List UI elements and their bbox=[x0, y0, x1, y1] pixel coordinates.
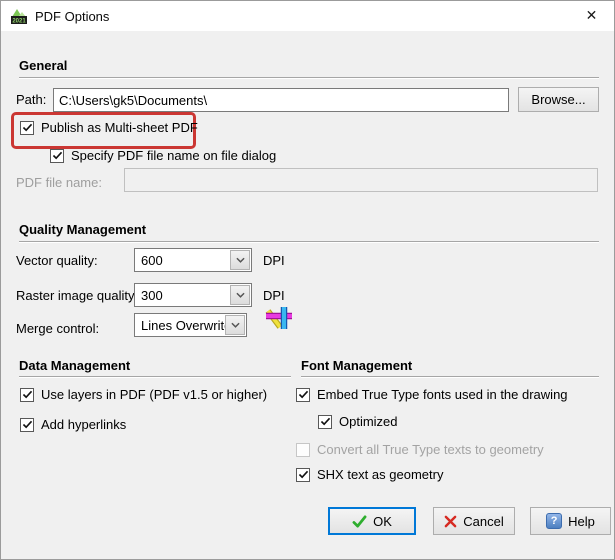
check-icon bbox=[298, 390, 308, 399]
app-2021-icon: 2021 bbox=[11, 9, 27, 25]
dropdown-button[interactable] bbox=[225, 315, 245, 335]
quality-heading: Quality Management bbox=[19, 222, 147, 237]
question-mark-icon: ? bbox=[546, 513, 563, 529]
checkbox-optimized[interactable]: Optimized bbox=[318, 414, 398, 429]
checkbox-publish-multisheet[interactable]: Publish as Multi-sheet PDF bbox=[20, 120, 198, 135]
ok-button[interactable]: OK bbox=[328, 507, 416, 535]
chevron-down-icon bbox=[230, 322, 240, 328]
checkbox-label: SHX text as geometry bbox=[317, 467, 444, 482]
vector-quality-select[interactable]: 600 bbox=[134, 248, 252, 272]
check-icon bbox=[52, 151, 62, 160]
raster-quality-value: 300 bbox=[141, 287, 163, 303]
checkbox-box bbox=[296, 467, 310, 482]
general-divider bbox=[19, 77, 599, 78]
checkbox-label: Convert all True Type texts to geometry bbox=[317, 442, 544, 457]
svg-text:2021: 2021 bbox=[12, 19, 26, 25]
check-icon bbox=[22, 390, 32, 399]
merge-control-value: Lines Overwrite bbox=[141, 317, 232, 333]
checkbox-label: Use layers in PDF (PDF v1.5 or higher) bbox=[41, 387, 268, 402]
dropdown-button[interactable] bbox=[230, 250, 250, 270]
cancel-x-icon bbox=[444, 515, 457, 527]
vector-quality-label: Vector quality: bbox=[16, 253, 98, 268]
checkbox-box bbox=[318, 414, 332, 429]
path-label: Path: bbox=[16, 92, 47, 107]
pdf-filename-input[interactable] bbox=[124, 168, 598, 192]
merge-lines-icon bbox=[265, 307, 292, 329]
dropdown-button[interactable] bbox=[230, 285, 250, 305]
quality-divider bbox=[19, 241, 599, 242]
close-button[interactable]: ✕ bbox=[569, 1, 614, 30]
titlebar: 2021 PDF Options ✕ bbox=[1, 1, 614, 31]
check-icon bbox=[22, 420, 32, 429]
vector-quality-value: 600 bbox=[141, 252, 163, 268]
checkbox-label: Publish as Multi-sheet PDF bbox=[41, 120, 198, 135]
chevron-down-icon bbox=[235, 292, 245, 298]
checkbox-box bbox=[20, 120, 34, 135]
browse-button[interactable]: Browse... bbox=[518, 87, 599, 112]
checkbox-box bbox=[296, 442, 310, 457]
checkbox-embed-truetype[interactable]: Embed True Type fonts used in the drawin… bbox=[296, 387, 568, 402]
checkbox-label: Add hyperlinks bbox=[41, 417, 127, 432]
browse-button-label: Browse... bbox=[531, 92, 586, 107]
help-button[interactable]: ? Help bbox=[530, 507, 611, 535]
general-heading: General bbox=[19, 58, 68, 73]
checkbox-specify-filename[interactable]: Specify PDF file name on file dialog bbox=[50, 148, 276, 163]
check-icon bbox=[320, 417, 330, 426]
raster-quality-select[interactable]: 300 bbox=[134, 283, 252, 307]
checkbox-label: Embed True Type fonts used in the drawin… bbox=[317, 387, 568, 402]
help-button-label: Help bbox=[568, 513, 595, 529]
cancel-button[interactable]: Cancel bbox=[433, 507, 515, 535]
checkbox-box bbox=[50, 148, 64, 163]
checkbox-add-hyperlinks[interactable]: Add hyperlinks bbox=[20, 417, 126, 432]
data-management-heading: Data Management bbox=[19, 358, 131, 373]
close-icon: ✕ bbox=[585, 7, 598, 23]
merge-control-label: Merge control: bbox=[16, 321, 100, 336]
path-input[interactable] bbox=[53, 88, 509, 112]
font-management-divider bbox=[301, 376, 599, 377]
vector-quality-unit: DPI bbox=[263, 253, 285, 268]
chevron-down-icon bbox=[235, 257, 245, 263]
merge-control-select[interactable]: Lines Overwrite bbox=[134, 313, 247, 337]
raster-quality-unit: DPI bbox=[263, 288, 285, 303]
checkbox-box bbox=[296, 387, 310, 402]
checkbox-label: Specify PDF file name on file dialog bbox=[71, 148, 277, 163]
checkbox-box bbox=[20, 387, 34, 402]
pdf-options-dialog: 2021 PDF Options ✕ General Path: Browse.… bbox=[0, 0, 615, 560]
check-icon bbox=[22, 123, 32, 132]
check-icon bbox=[298, 470, 308, 479]
raster-quality-label: Raster image quality: bbox=[16, 288, 139, 303]
checkbox-box bbox=[20, 417, 34, 432]
checkbox-shx-geometry[interactable]: SHX text as geometry bbox=[296, 467, 443, 482]
font-management-heading: Font Management bbox=[301, 358, 413, 373]
ok-button-label: OK bbox=[373, 513, 392, 529]
checkbox-use-layers[interactable]: Use layers in PDF (PDF v1.5 or higher) bbox=[20, 387, 267, 402]
checkbox-convert-truetype-geometry[interactable]: Convert all True Type texts to geometry bbox=[296, 442, 544, 457]
cancel-button-label: Cancel bbox=[463, 513, 504, 529]
pdf-filename-label: PDF file name: bbox=[16, 175, 102, 190]
window-title: PDF Options bbox=[35, 8, 110, 24]
checkbox-label: Optimized bbox=[339, 414, 398, 429]
ok-check-icon bbox=[352, 514, 367, 528]
data-management-divider bbox=[19, 376, 291, 377]
